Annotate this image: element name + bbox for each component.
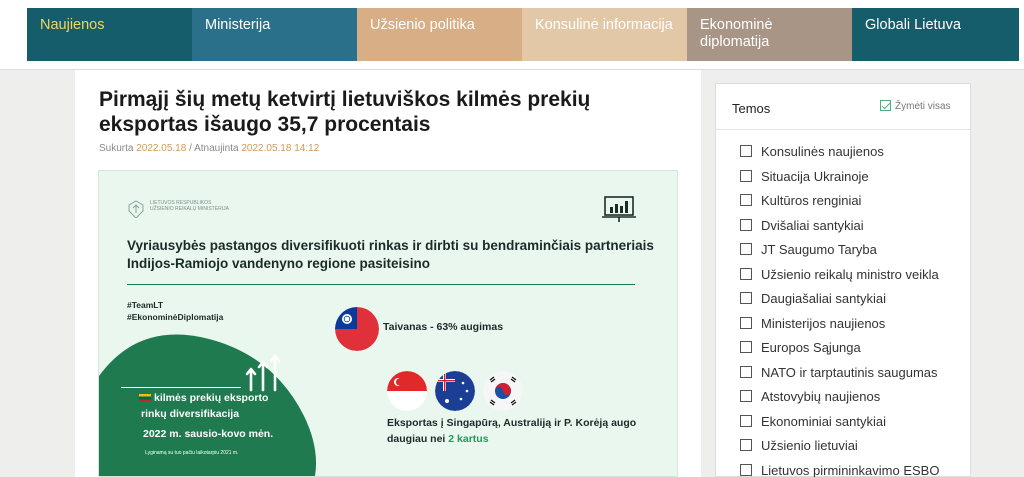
checkbox[interactable]	[740, 414, 752, 427]
checkbox[interactable]	[740, 365, 752, 378]
lt-export-line2: rinkų diversifikacija	[141, 408, 240, 420]
topic-nato[interactable]: NATO ir tarptautinis saugumas	[740, 365, 939, 390]
hashtag-teamlt: #TeamLT	[127, 300, 164, 310]
nav-item-konsuline-informacija[interactable]: Konsulinė informacija	[522, 8, 687, 61]
ministry-logo-text: LIETUVOS RESPUBLIKOS UŽSIENIO REIKALŲ MI…	[150, 200, 229, 212]
topic-ministro-veikla[interactable]: Užsienio reikalų ministro veikla	[740, 267, 939, 292]
topic-dvisaliai-santykiai[interactable]: Dvišaliai santykiai	[740, 218, 939, 243]
infographic-headline: Vyriausybės pastangos diversifikuoti rin…	[127, 238, 654, 271]
nav-item-naujienos[interactable]: Naujienos	[27, 8, 192, 61]
nav-item-uzsienio-politika[interactable]: Užsienio politika	[357, 8, 522, 61]
created-date: 2022.05.18	[136, 143, 187, 154]
topic-daugiasaliai-santykiai[interactable]: Daugiašaliai santykiai	[740, 291, 939, 316]
topic-konsulines-naujienos[interactable]: Konsulinės naujienos	[740, 144, 939, 169]
topic-atstovybiu-naujienos[interactable]: Atstovybių naujienos	[740, 389, 939, 414]
updated-label: Atnaujinta	[194, 143, 239, 154]
checkmark-icon	[880, 100, 891, 111]
lt-text-underline	[121, 387, 241, 388]
main-navigation: Naujienos Ministerija Užsienio politika …	[27, 8, 1019, 61]
infographic-hashtags: #TeamLT #EkonominėDiplomatija	[127, 299, 223, 323]
checkbox[interactable]	[740, 169, 752, 182]
article-meta: Sukurta 2022.05.18 / Atnaujinta 2022.05.…	[99, 143, 319, 154]
article-title: Pirmąjį šių metų ketvirtį lietuviškos ki…	[99, 88, 591, 136]
checkbox[interactable]	[740, 218, 752, 231]
checkbox[interactable]	[740, 292, 752, 304]
topic-kulturos-renginiai[interactable]: Kultūros renginiai	[740, 193, 939, 218]
australia-flag-icon	[435, 371, 475, 411]
export-growth-text: Eksportas į Singapūrą, Australiją ir P. …	[387, 417, 637, 445]
lt-export-line1: kilmės prekių eksporto	[139, 392, 268, 404]
topic-ekonominiai-santykiai[interactable]: Ekonominiai santykiai	[740, 414, 939, 439]
updated-date: 2022.05.18 14:12	[241, 143, 320, 154]
nav-item-globali-lietuva[interactable]: Globali Lietuva	[852, 8, 1019, 61]
checkbox[interactable]	[740, 439, 752, 451]
singapore-flag-icon	[387, 371, 427, 411]
topics-filter-panel: Temos Žymėti visas Konsulinės naujienos …	[715, 83, 971, 477]
meta-separator: /	[189, 143, 192, 154]
lt-export-period: 2022 m. sausio-kovo mėn.	[143, 428, 274, 440]
nav-item-ekonomine-diplomatija[interactable]: Ekonominė diplomatija	[687, 8, 852, 61]
nav-item-ministerija[interactable]: Ministerija	[192, 8, 357, 61]
topic-uzsienio-lietuviai[interactable]: Užsienio lietuviai	[740, 438, 939, 463]
created-label: Sukurta	[99, 143, 134, 154]
checkbox[interactable]	[740, 145, 752, 157]
topics-header: Temos Žymėti visas	[716, 84, 970, 130]
taiwan-flag-icon	[335, 307, 379, 351]
checkbox[interactable]	[740, 194, 752, 206]
taiwan-growth-text: Taivanas - 63% augimas	[383, 321, 504, 333]
checkbox[interactable]	[740, 243, 752, 255]
presentation-chart-icon	[602, 196, 636, 222]
topic-esbo[interactable]: Lietuvos pirmininkavimo ESBO	[740, 463, 939, 477]
topics-title: Temos	[732, 101, 771, 116]
topic-ministerijos-naujienos[interactable]: Ministerijos naujienos	[740, 316, 939, 341]
topics-list: Konsulinės naujienos Situacija Ukrainoje…	[740, 144, 939, 477]
infographic-divider	[127, 284, 635, 285]
topic-europos-sajunga[interactable]: Europos Sąjunga	[740, 340, 939, 365]
export-highlight: 2 kartus	[448, 433, 489, 445]
select-all-checkbox[interactable]: Žymėti visas	[880, 100, 951, 112]
checkbox[interactable]	[740, 267, 752, 280]
checkbox[interactable]	[740, 316, 752, 329]
checkbox[interactable]	[740, 463, 752, 476]
checkbox[interactable]	[740, 390, 752, 402]
checkbox[interactable]	[740, 341, 752, 353]
article-infographic[interactable]: LIETUVOS RESPUBLIKOS UŽSIENIO REIKALŲ MI…	[98, 170, 678, 477]
article-content: Pirmąjį šių metų ketvirtį lietuviškos ki…	[75, 70, 701, 477]
growth-arrows-icon	[245, 354, 281, 392]
topic-jt-saugumo-taryba[interactable]: JT Saugumo Taryba	[740, 242, 939, 267]
topic-situacija-ukrainoje[interactable]: Situacija Ukrainoje	[740, 169, 939, 194]
ministry-logo-icon	[128, 200, 144, 218]
top-bar: Naujienos Ministerija Užsienio politika …	[0, 0, 1024, 70]
south-korea-flag-icon	[483, 371, 523, 411]
lt-export-note: Lyginamą su tuo pačiu laikotarpiu 2021 m…	[145, 450, 239, 456]
lithuania-flag-icon	[139, 394, 151, 402]
